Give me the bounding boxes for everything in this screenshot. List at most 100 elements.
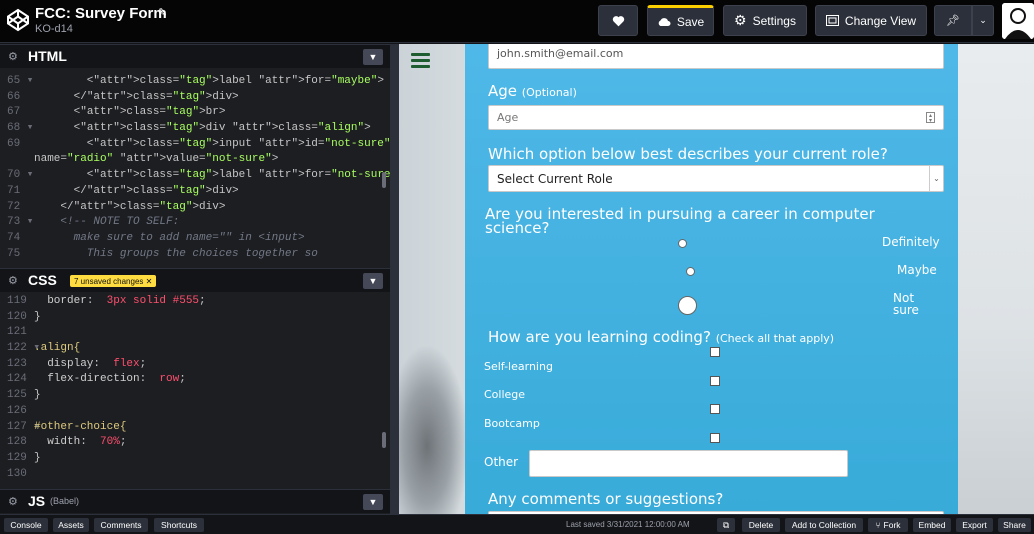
css-code-line[interactable]: 120 }	[0, 310, 390, 326]
share-button[interactable]: Share	[998, 518, 1031, 532]
css-code-line[interactable]: 130	[0, 467, 390, 483]
line-number: 129	[7, 451, 41, 464]
embed-button[interactable]: Embed	[913, 518, 951, 532]
html-code-line[interactable]: 74 make sure to add name="" in <input>	[0, 231, 390, 247]
line-text: <"attr">class="tag">div "attr">class="al…	[34, 122, 371, 135]
chevron-down-icon[interactable]: ▼	[363, 494, 383, 510]
css-code-area[interactable]: 119 border: 3px solid #555; 120 } 121 122 …	[0, 294, 390, 484]
pen-title[interactable]: FCC: Survey Form	[35, 5, 167, 22]
external-link-icon[interactable]: ⧉	[717, 518, 735, 532]
checkbox-2[interactable]	[710, 376, 720, 386]
css-code-line[interactable]: 127 ▾ #other-choice{	[0, 420, 390, 436]
pen-author[interactable]: KO-d14	[35, 23, 73, 35]
pin-button[interactable]: 📌︎	[934, 5, 972, 36]
checkbox-4[interactable]	[710, 433, 720, 443]
html-code-line[interactable]: 72 </"attr">class="tag">div>	[0, 200, 390, 216]
css-scrollbar[interactable]	[382, 432, 386, 448]
radio-label-maybe: Maybe	[897, 263, 937, 277]
resize-handle[interactable]	[390, 44, 399, 514]
add-to-collection-button[interactable]: Add to Collection	[785, 518, 863, 532]
change-view-button[interactable]: Change View	[815, 5, 927, 36]
unsaved-changes-badge[interactable]: 7 unsaved changes ✕	[70, 275, 157, 287]
radio-not-sure[interactable]	[678, 296, 697, 315]
export-button[interactable]: Export	[956, 518, 993, 532]
other-choice-input[interactable]	[529, 450, 848, 477]
line-number: 125	[7, 389, 41, 402]
cloud-icon	[658, 17, 671, 26]
role-question: Which option below best describes your c…	[488, 145, 888, 163]
css-code-line[interactable]: 119 border: 3px solid #555;	[0, 294, 390, 310]
html-code-line[interactable]: 68 ▾ <"attr">class="tag">div "attr">clas…	[0, 121, 390, 137]
radio-label-not-sure: Not sure	[893, 291, 919, 317]
chevron-down-icon: ⌄	[929, 166, 943, 191]
gear-icon[interactable]: ⚙	[8, 274, 18, 287]
html-code-line[interactable]: 69 <"attr">class="tag">input "attr">id="…	[0, 137, 390, 153]
age-optional-note: (Optional)	[521, 86, 577, 99]
email-field[interactable]: john.smith@email.com	[488, 44, 944, 69]
css-code-line[interactable]: 128 width: 70%;	[0, 435, 390, 451]
edit-pencil-icon[interactable]: ✎	[158, 6, 167, 19]
shortcuts-button[interactable]: Shortcuts	[154, 518, 204, 532]
css-code-line[interactable]: 124 flex-direction: row;	[0, 372, 390, 388]
assets-button[interactable]: Assets	[53, 518, 89, 532]
last-saved-status: Last saved 3/31/2021 12:00:00 AM	[566, 520, 690, 529]
html-code-area[interactable]: 65 ▾ <"attr">class="tag">label "attr">fo…	[0, 74, 390, 262]
line-text: make sure to add name="" in <input>	[34, 231, 305, 244]
html-code-line[interactable]: 73 ▾ <!-- NOTE TO SELF:	[0, 215, 390, 231]
html-code-line[interactable]: 71 </"attr">class="tag">div>	[0, 184, 390, 200]
line-number: 74	[7, 231, 41, 244]
hamburger-menu-icon[interactable]	[411, 53, 430, 68]
gear-icon[interactable]: ⚙	[8, 50, 18, 63]
chevron-down-icon[interactable]: ▼	[363, 273, 383, 289]
coding-question-text: How are you learning coding?	[488, 328, 711, 346]
html-code-line[interactable]: 66 </"attr">class="tag">div>	[0, 90, 390, 106]
css-code-line[interactable]: 129 }	[0, 451, 390, 467]
line-number: 119	[7, 295, 41, 307]
bottom-toolbar: Console Assets Comments Shortcuts Last s…	[0, 514, 1034, 534]
html-code-line[interactable]: 65 ▾ <"attr">class="tag">label "attr">fo…	[0, 74, 390, 90]
save-button[interactable]: Save	[647, 5, 714, 36]
console-button[interactable]: Console	[4, 518, 48, 532]
line-number: 127 ▾	[7, 420, 41, 433]
checkbox-3[interactable]	[710, 404, 720, 414]
fork-label: Fork	[883, 520, 901, 530]
settings-button[interactable]: ⚙ Settings	[723, 5, 807, 36]
role-select[interactable]: Select Current Role ⌄	[488, 165, 944, 192]
codepen-logo-icon[interactable]	[6, 8, 30, 32]
chevron-down-icon[interactable]: ▼	[363, 49, 383, 65]
radio-definitely[interactable]	[678, 239, 687, 248]
line-number: 126	[7, 404, 41, 417]
css-code-line[interactable]: 125 }	[0, 388, 390, 404]
css-code-line[interactable]: 122 ▾ .align{	[0, 341, 390, 357]
html-code-line[interactable]: name="radio" "attr">value="not-sure">	[0, 152, 390, 168]
spinner-icon[interactable]: ▴ ▾	[926, 112, 935, 124]
css-code-line[interactable]: 121	[0, 325, 390, 341]
change-view-label: Change View	[844, 13, 917, 28]
checkbox-1[interactable]	[710, 347, 720, 357]
coding-question: How are you learning coding? (Check all …	[488, 328, 834, 346]
pin-dropdown-button[interactable]: ⌄	[972, 5, 994, 36]
line-text	[34, 325, 390, 341]
line-number: 65 ▾	[7, 75, 41, 87]
html-code-line[interactable]: 70 ▾ <"attr">class="tag">label "attr">fo…	[0, 168, 390, 184]
html-editor-header: ⚙ HTML ▼	[0, 44, 390, 68]
css-code-line[interactable]: 123 display: flex;	[0, 357, 390, 373]
checkbox-label-self-learning: Self-learning	[484, 360, 553, 373]
radio-maybe[interactable]	[686, 267, 695, 276]
line-text: name="radio" "attr">value="not-sure">	[34, 153, 279, 166]
line-number: 68 ▾	[7, 122, 41, 135]
comments-button[interactable]: Comments	[94, 518, 148, 532]
checkbox-label-bootcamp: Bootcamp	[484, 417, 540, 430]
user-avatar[interactable]	[1002, 3, 1034, 39]
love-button[interactable]	[598, 5, 638, 36]
html-scrollbar[interactable]	[382, 172, 386, 188]
fork-button[interactable]: ⑂ Fork	[868, 518, 908, 532]
css-code-line[interactable]: 126	[0, 404, 390, 420]
age-field[interactable]: Age ▴ ▾	[488, 105, 944, 130]
layout-icon	[825, 15, 839, 26]
html-code-line[interactable]: 67 <"attr">class="tag">br>	[0, 105, 390, 121]
gear-icon[interactable]: ⚙	[8, 495, 18, 508]
html-code-line[interactable]: 75 This groups the choices together so	[0, 247, 390, 262]
line-text: </"attr">class="tag">div>	[34, 184, 239, 197]
delete-button[interactable]: Delete	[742, 518, 780, 532]
